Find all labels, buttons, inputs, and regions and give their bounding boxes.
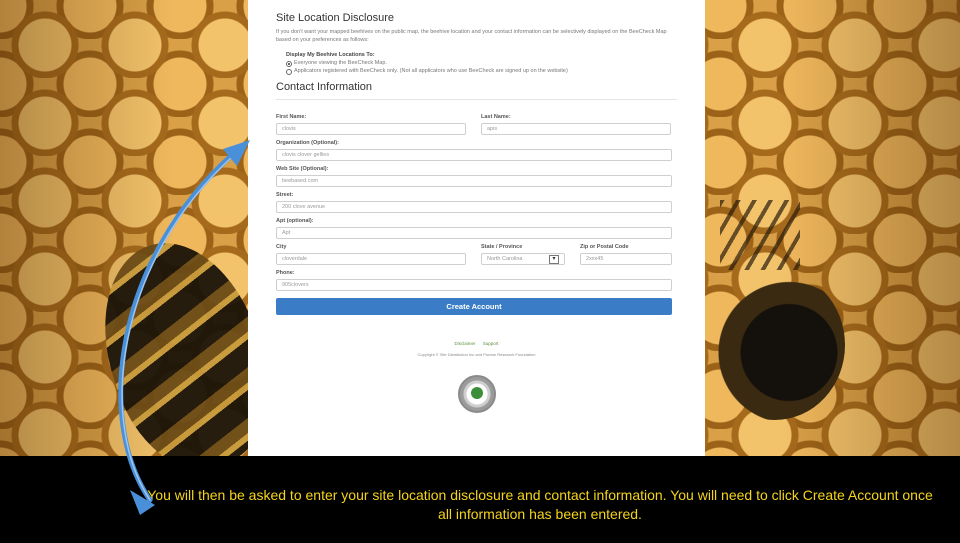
first-name-input[interactable]: clovis <box>276 123 466 135</box>
option-applicators-label: Applicators registered with BeeCheck onl… <box>294 68 568 74</box>
disclosure-intro: If you don't want your mapped beehives o… <box>276 29 667 43</box>
city-label: City <box>276 244 287 250</box>
zip-label: Zip or Postal Code <box>580 244 629 250</box>
phone-input[interactable]: 905clovers <box>276 279 672 291</box>
contact-title: Contact Information <box>276 81 677 100</box>
disclaimer-link[interactable]: Disclaimer <box>454 341 475 346</box>
last-name-label: Last Name: <box>481 114 511 120</box>
option-applicators[interactable]: Applicators registered with BeeCheck onl… <box>286 68 677 75</box>
last-name-input[interactable]: apis <box>481 123 671 135</box>
phone-label: Phone: <box>276 270 295 276</box>
state-select-value: North Carolina <box>487 255 523 262</box>
seal-logo-center <box>470 387 483 399</box>
support-link[interactable]: Support <box>483 341 499 346</box>
copyright-text: Copyright © Site Distribution Inc and Pu… <box>417 352 536 357</box>
website-label: Web Site (Optional): <box>276 166 329 172</box>
apt-label: Apt (optional): <box>276 218 314 224</box>
caption-text: You will then be asked to enter your sit… <box>147 487 933 522</box>
registration-panel: Site Location Disclosure If you don't wa… <box>248 0 705 456</box>
street-input[interactable]: 200 clove avenue <box>276 201 672 213</box>
create-account-button[interactable]: Create Account <box>276 298 672 315</box>
chevron-down-icon[interactable]: ▾ <box>549 254 559 264</box>
apt-input[interactable]: Apt <box>276 227 672 239</box>
bee-legs-right <box>720 200 800 270</box>
bee-image-right <box>705 270 845 420</box>
organization-label: Organization (Optional): <box>276 140 339 146</box>
city-input[interactable]: cloverdale <box>276 253 466 265</box>
state-label: State / Province <box>481 244 523 250</box>
footer-links: Disclaimer Support <box>276 341 677 346</box>
website-input[interactable]: beebased.com <box>276 175 672 187</box>
state-select[interactable]: North Carolina ▾ <box>481 253 565 265</box>
first-name-label: First Name: <box>276 114 307 120</box>
radio-everyone[interactable] <box>286 60 292 67</box>
zip-input[interactable]: 2xxx45 <box>580 253 672 265</box>
seal-logo <box>457 375 496 413</box>
radio-applicators[interactable] <box>286 68 292 75</box>
caption-bar: You will then be asked to enter your sit… <box>0 456 960 543</box>
display-locations-heading: Display My Beehive Locations To: <box>286 52 375 58</box>
option-everyone[interactable]: Everyone viewing the BeeCheck Map. <box>286 60 677 67</box>
option-everyone-label: Everyone viewing the BeeCheck Map. <box>294 60 387 66</box>
street-label: Street: <box>276 192 294 198</box>
disclosure-title: Site Location Disclosure <box>276 12 395 24</box>
organization-input[interactable]: clovis clover gellies <box>276 149 672 161</box>
